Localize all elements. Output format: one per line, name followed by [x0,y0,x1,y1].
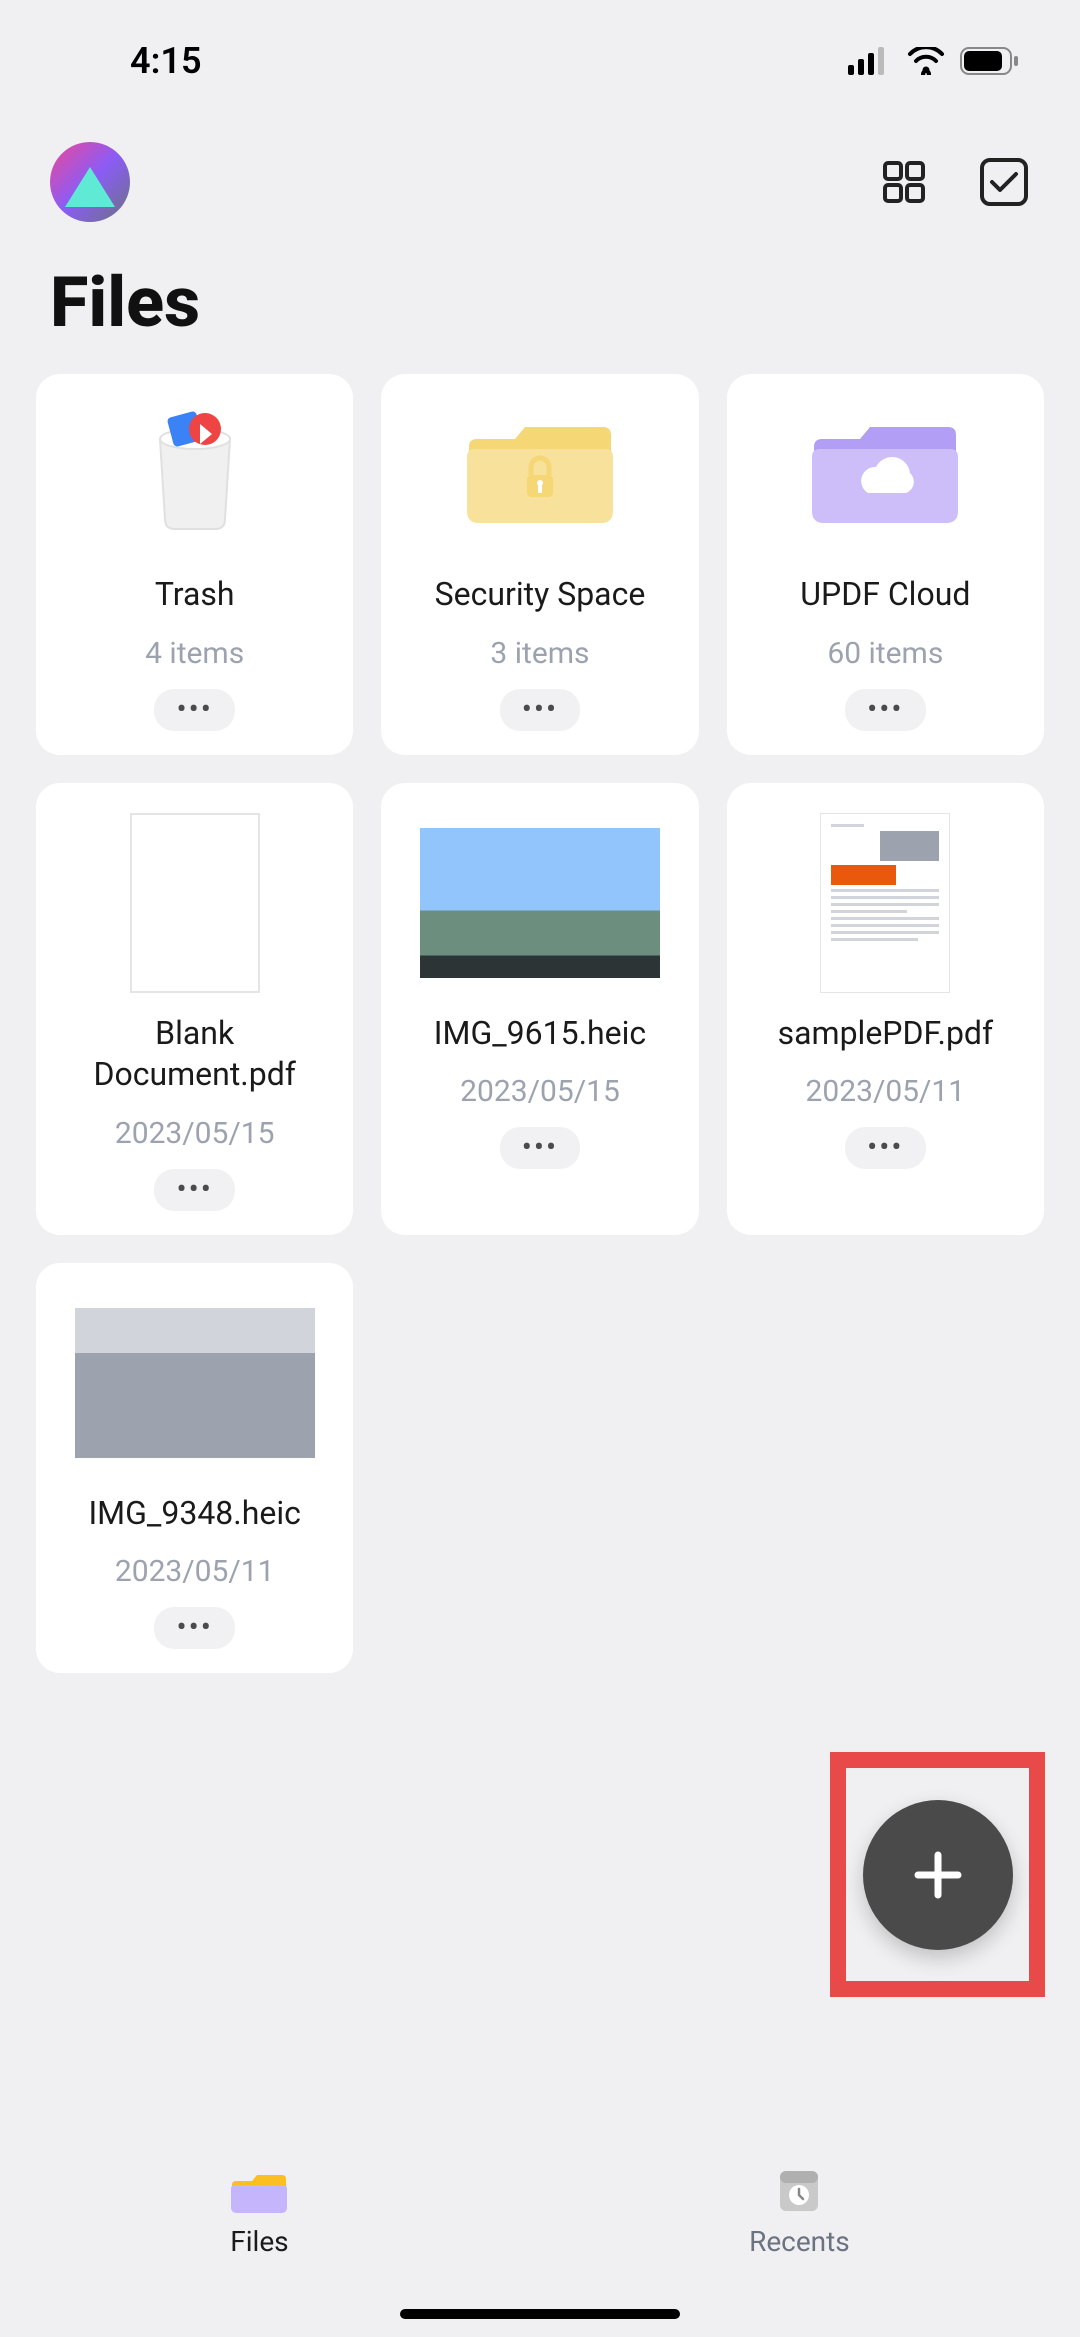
signal-icon [848,47,892,75]
select-icon[interactable] [978,156,1030,208]
nav-recents[interactable]: Recents [749,2167,850,2258]
item-sub: 2023/05/15 [115,1116,275,1151]
item-name: Trash [155,574,235,616]
item-sub: 60 items [827,636,943,671]
status-bar: 4:15 [0,0,1080,102]
header [0,102,1080,242]
avatar[interactable] [50,142,130,222]
battery-icon [960,47,1020,75]
clock-icon [770,2167,828,2215]
more-icon[interactable]: ••• [154,689,234,731]
nav-label: Files [230,2225,288,2258]
nav-label: Recents [749,2225,850,2258]
item-sub: 2023/05/11 [115,1554,275,1589]
nav-files[interactable]: Files [230,2167,288,2258]
plus-icon [908,1845,968,1905]
item-name: UPDF Cloud [800,574,970,616]
status-time: 4:15 [130,40,202,82]
lock-folder-icon [460,404,620,534]
item-name: IMG_9615.heic [434,1013,646,1055]
item-sub: 2023/05/15 [460,1074,620,1109]
cloud-folder-icon [805,404,965,534]
fab-highlight [830,1752,1045,1997]
folder-icon [230,2167,288,2215]
item-name: Security Space [435,574,646,616]
more-icon[interactable]: ••• [845,689,925,731]
more-icon[interactable]: ••• [500,1127,580,1169]
pdf-thumbnail [765,813,1005,993]
image-thumbnail [420,813,660,993]
document-icon [75,813,315,993]
item-sub: 3 items [490,636,589,671]
bottom-nav: Files Recents [0,2137,1080,2337]
file-img-9615[interactable]: IMG_9615.heic 2023/05/15 ••• [381,783,698,1235]
item-name: samplePDF.pdf [778,1013,994,1055]
more-icon[interactable]: ••• [500,689,580,731]
more-icon[interactable]: ••• [154,1607,234,1649]
page-title: Files [0,242,1080,374]
file-blank-document[interactable]: Blank Document.pdf 2023/05/15 ••• [36,783,353,1235]
item-name: Blank Document.pdf [56,1013,333,1096]
file-img-9348[interactable]: IMG_9348.heic 2023/05/11 ••• [36,1263,353,1674]
item-name: IMG_9348.heic [88,1493,300,1535]
grid-view-icon[interactable] [880,158,928,206]
folder-trash[interactable]: Trash 4 items ••• [36,374,353,755]
item-sub: 2023/05/11 [806,1074,966,1109]
more-icon[interactable]: ••• [154,1169,234,1211]
folder-cloud[interactable]: UPDF Cloud 60 items ••• [727,374,1044,755]
wifi-icon [906,47,946,75]
folder-security[interactable]: Security Space 3 items ••• [381,374,698,755]
item-sub: 4 items [145,636,244,671]
status-indicators [848,47,1020,75]
more-icon[interactable]: ••• [845,1127,925,1169]
add-button[interactable] [863,1800,1013,1950]
home-indicator[interactable] [400,2309,680,2319]
file-grid: Trash 4 items ••• Security Space 3 items… [0,374,1080,1673]
trash-icon [115,404,275,534]
image-thumbnail [75,1293,315,1473]
file-sample-pdf[interactable]: samplePDF.pdf 2023/05/11 ••• [727,783,1044,1235]
